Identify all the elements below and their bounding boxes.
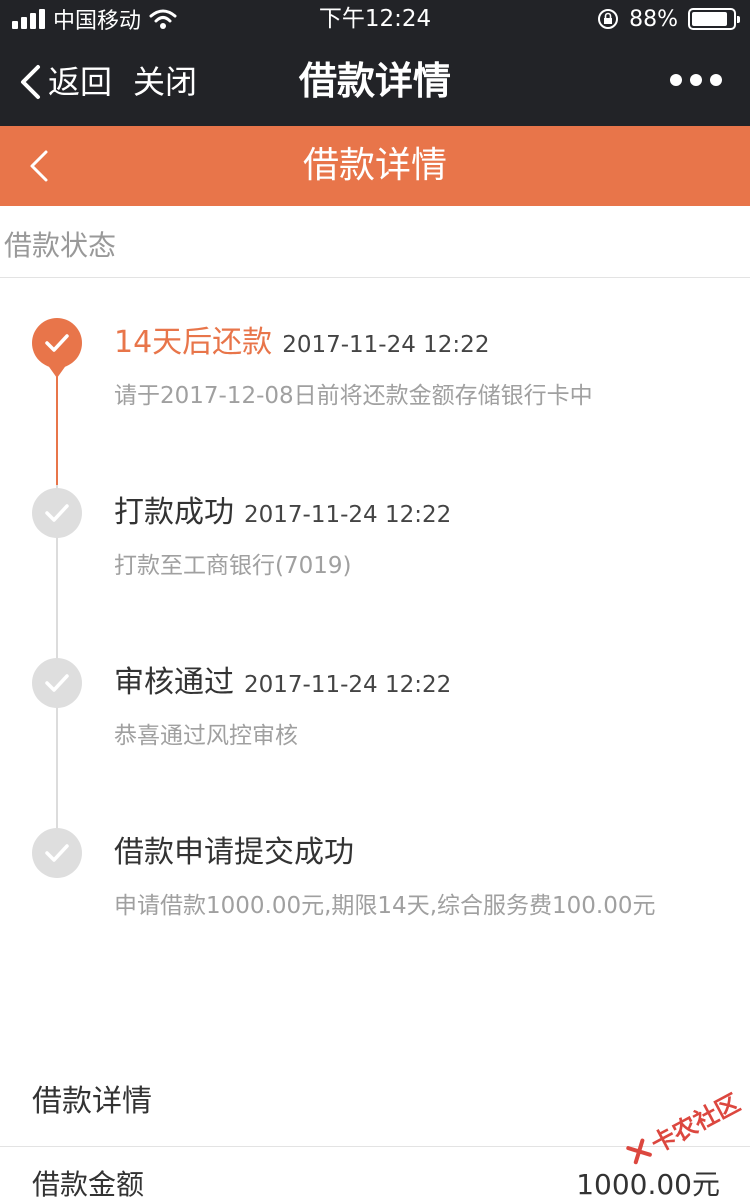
timeline-step-title: 借款申请提交成功: [114, 833, 354, 873]
step-description: 打款至工商银行(7019): [114, 553, 352, 579]
status-bar-right: 88%: [597, 4, 740, 34]
page-header: 借款详情: [0, 126, 750, 206]
more-options-button[interactable]: [670, 74, 722, 86]
rotation-lock-icon: [598, 9, 619, 29]
step-time: 2017-11-24 12:22: [282, 332, 490, 358]
step-label: 14天后还款: [114, 325, 273, 360]
step-time: 2017-11-24 12:22: [244, 672, 452, 698]
step-label: 借款申请提交成功: [114, 835, 354, 870]
watermark-text: 卡农社区: [646, 1088, 745, 1159]
step-description: 申请借款1000.00元,期限14天,综合服务费100.00元: [114, 893, 656, 919]
watermark-logo: 卡农社区: [621, 1083, 745, 1171]
status-bar: 中国移动 下午12:24 88%: [0, 0, 750, 40]
status-section-title: 借款状态: [4, 229, 117, 262]
step-marker: [32, 658, 82, 708]
step-label: 审核通过: [114, 665, 234, 700]
step-description: 恭喜通过风控审核: [114, 723, 298, 749]
step-description: 请于2017-12-08日前将还款金额存储银行卡中: [114, 383, 593, 409]
wechat-nav-bar: 返回 关闭 借款详情: [0, 40, 750, 126]
step-marker-active: [32, 318, 82, 378]
step-time: 2017-11-24 12:22: [244, 502, 452, 528]
more-dot: [710, 74, 722, 86]
step-marker: [32, 488, 82, 538]
timeline-step-title: 14天后还款 2017-11-24 12:22: [114, 323, 489, 365]
timeline-step-title: 打款成功 2017-11-24 12:22: [114, 493, 451, 535]
detail-section-title: 借款详情: [32, 1084, 152, 1119]
loan-amount-label: 借款金额: [32, 1168, 145, 1201]
timeline-step-title: 审核通过 2017-11-24 12:22: [114, 663, 451, 705]
battery-percent: 88%: [629, 6, 678, 32]
more-dots-icon: [670, 74, 682, 86]
status-section-header: 借款状态: [0, 206, 750, 278]
check-icon: [45, 844, 69, 862]
more-dot: [690, 74, 702, 86]
battery-icon: [688, 8, 740, 30]
watermark-icon: [626, 1138, 652, 1164]
check-icon: [45, 674, 69, 692]
step-label: 打款成功: [114, 495, 234, 530]
loan-amount-value: 1000.00元: [576, 1168, 720, 1201]
check-icon: [45, 504, 69, 522]
check-icon: [45, 334, 69, 352]
nav-title: 借款详情: [298, 59, 451, 103]
step-marker: [32, 828, 82, 878]
page-title: 借款详情: [302, 145, 447, 186]
battery-fill: [692, 12, 728, 26]
